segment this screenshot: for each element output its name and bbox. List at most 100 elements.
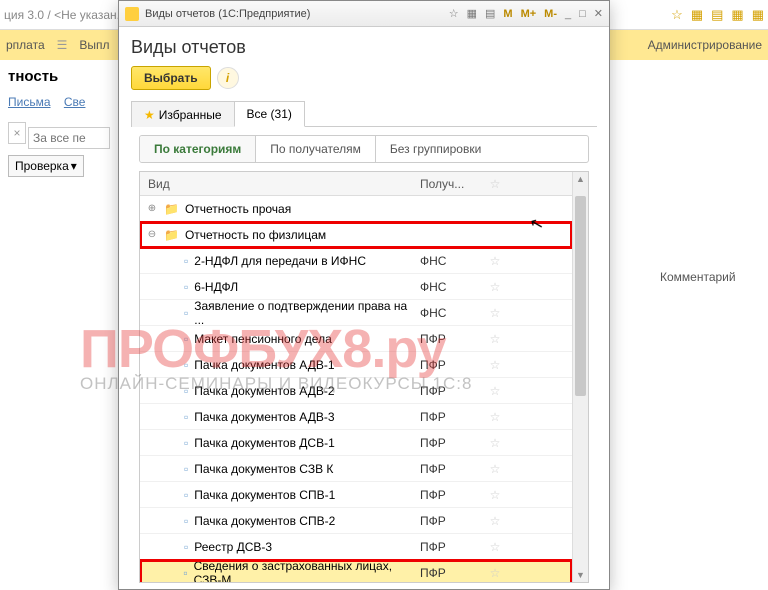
fav-star-icon[interactable]: ☆ [480,306,510,320]
dialog-title: Виды отчетов (1С:Предприятие) [145,8,310,20]
tab-by-recipient[interactable]: По получателям [256,136,376,162]
dialog-heading: Виды отчетов [131,37,597,58]
calc-mminus-button[interactable]: M- [544,8,557,20]
document-icon: ▫ [184,358,188,372]
bg-pane-heading: тность [8,68,110,85]
fav-star-icon[interactable]: ☆ [480,436,510,450]
row-label: Пачка документов ДСВ-1 [194,436,335,450]
document-icon: ▫ [184,462,188,476]
tree-item-row[interactable]: ▫2-НДФЛ для передачи в ИФНСФНС☆ [140,248,572,274]
fav-star-icon[interactable]: ☆ [480,540,510,554]
expander-icon[interactable]: ⊕ [146,203,158,214]
tree-item-row[interactable]: ▫Пачка документов АДВ-1ПФР☆ [140,352,572,378]
scroll-thumb[interactable] [575,196,586,396]
win-icon[interactable]: ▦ [467,7,477,20]
tree-item-row[interactable]: ▫Макет пенсионного делаПФР☆ [140,326,572,352]
document-icon: ▫ [184,280,188,294]
fav-star-icon[interactable]: ☆ [480,280,510,294]
col-recipient[interactable]: Получ... [420,177,480,191]
row-label: 2-НДФЛ для передачи в ИФНС [194,254,366,268]
tabs-grouping: По категориям По получателям Без группир… [139,135,589,163]
bg-title-icons: ☆ ▦ ▤ ▦ ▦ [671,7,764,23]
tree-item-row[interactable]: ▫Пачка документов СПВ-1ПФР☆ [140,482,572,508]
fav-star-icon[interactable]: ☆ [480,332,510,346]
folder-icon: 📁 [164,228,179,242]
maximize-icon[interactable]: □ [579,8,586,20]
row-recipient: ПФР [420,540,480,554]
minimize-icon[interactable]: _ [565,8,571,20]
tab-label: Все (31) [247,107,292,121]
tab-no-grouping[interactable]: Без группировки [376,136,495,162]
tab-by-category[interactable]: По категориям [140,136,256,162]
col-fav[interactable]: ☆ [480,177,510,191]
document-icon: ▫ [184,384,188,398]
scroll-up-icon[interactable]: ▲ [573,172,588,186]
scrollbar[interactable]: ▲ ▼ [572,172,588,582]
win-icon[interactable]: ☆ [449,7,459,20]
document-icon: ▫ [184,306,188,320]
row-label: Заявление о подтверждении права на ... [194,299,420,327]
row-recipient: ПФР [420,436,480,450]
row-recipient: ПФР [420,410,480,424]
check-button[interactable]: Проверка ▾ [8,155,84,177]
tree-item-row[interactable]: ▫Пачка документов АДВ-3ПФР☆ [140,404,572,430]
scroll-down-icon[interactable]: ▼ [573,568,588,582]
folder-icon: 📁 [164,202,179,216]
calc-m-button[interactable]: M [503,8,512,20]
bg-column-header: Комментарий [660,270,736,284]
clear-button[interactable]: × [8,122,26,144]
row-recipient: ПФР [420,488,480,502]
row-recipient: ФНС [420,280,480,294]
row-label: Пачка документов СЗВ К [194,462,333,476]
fav-star-icon[interactable]: ☆ [480,410,510,424]
tree-item-row[interactable]: ▫ Пачка документов ДСВ-1 ПФР☆ [140,430,572,456]
document-icon: ▫ [184,436,188,450]
calc-mplus-button[interactable]: M+ [521,8,537,20]
bg-subtab[interactable]: Све [64,95,86,109]
tree-item-row[interactable]: ▫ Реестр ДСВ-3 ПФР☆ [140,534,572,560]
tree-item-row[interactable]: ▫Пачка документов СПВ-2ПФР☆ [140,508,572,534]
document-icon: ▫ [184,540,188,554]
bg-icon: ▦ [691,7,703,23]
tab-favorites[interactable]: ★ Избранные [131,101,235,127]
fav-star-icon[interactable]: ☆ [480,566,510,580]
bg-subtab[interactable]: Письма [8,95,51,109]
row-label: Пачка документов АДВ-3 [194,410,334,424]
app-icon [125,7,139,21]
row-recipient: ПФР [420,332,480,346]
dialog-titlebar[interactable]: Виды отчетов (1С:Предприятие) ☆ ▦ ▤ M M+… [119,1,609,27]
row-label: Отчетность прочая [185,202,291,216]
tab-all[interactable]: Все (31) [234,101,305,127]
close-icon[interactable]: ✕ [594,7,603,20]
bg-icon: ☆ [671,7,683,23]
fav-star-icon[interactable]: ☆ [480,462,510,476]
fav-star-icon[interactable]: ☆ [480,488,510,502]
fav-star-icon[interactable]: ☆ [480,254,510,268]
fav-star-icon[interactable]: ☆ [480,384,510,398]
tree-folder-row[interactable]: ⊕ 📁 Отчетность прочая [140,196,572,222]
grid-header: Вид Получ... ☆ [140,172,572,196]
tree-item-row[interactable]: ▫Сведения о застрахованных лицах, СЗВ-МП… [140,560,572,582]
tree-item-row[interactable]: ▫Заявление о подтверждении права на ...Ф… [140,300,572,326]
row-label: Макет пенсионного дела [194,332,331,346]
period-input[interactable] [28,127,110,149]
bg-tab[interactable]: Выпл [79,38,109,52]
tree-item-row[interactable]: ▫Пачка документов СЗВ КПФР☆ [140,456,572,482]
document-icon: ▫ [184,488,188,502]
row-label: Реестр ДСВ-3 [194,540,272,554]
row-recipient: ПФР [420,566,480,580]
tree-item-row[interactable]: ▫6-НДФЛФНС☆ [140,274,572,300]
row-label: Сведения о застрахованных лицах, СЗВ-М [194,559,420,583]
col-type[interactable]: Вид [140,177,420,191]
tree-folder-row[interactable]: ⊖📁Отчетность по физлицам [140,222,572,248]
fav-star-icon[interactable]: ☆ [480,358,510,372]
select-button[interactable]: Выбрать [131,66,211,90]
bg-tab[interactable]: рплата [6,38,45,52]
fav-star-icon[interactable]: ☆ [480,514,510,528]
sep-icon: ☰ [57,38,68,52]
expander-icon[interactable]: ⊖ [146,229,158,240]
win-icon[interactable]: ▤ [485,7,495,20]
help-button[interactable]: i [217,67,239,89]
bg-tab[interactable]: Администрирование [648,38,762,52]
tree-item-row[interactable]: ▫Пачка документов АДВ-2ПФР☆ [140,378,572,404]
